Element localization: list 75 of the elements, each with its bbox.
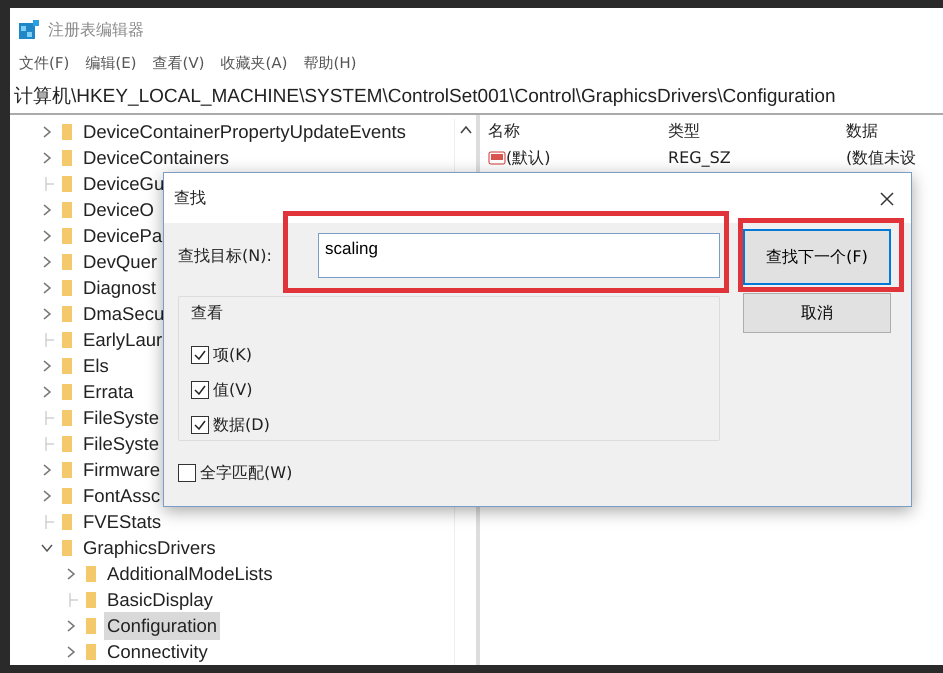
tree-item[interactable]: DmaSecu [80,300,168,328]
tree-item[interactable]: Diagnost [80,274,160,302]
value-type: REG_SZ [668,147,732,169]
window-title: 注册表编辑器 [48,19,144,41]
registry-icon [18,19,40,41]
folder-icon [60,227,74,245]
menu-item[interactable]: 文件(F) [18,52,70,74]
address-bar[interactable]: 计算机\HKEY_LOCAL_MACHINE\SYSTEM\ControlSet001\Control\GraphicsDrivers\Configuration [10,80,943,115]
tree-item[interactable]: DevQuer [80,248,160,276]
tree-item[interactable]: DeviceContainers [80,144,232,172]
checkbox[interactable] [191,416,209,434]
tree-item[interactable]: BasicDisplay [104,586,216,614]
check-icon [193,382,207,396]
folder-icon [60,123,74,141]
folder-icon [60,357,74,375]
value-data: (数值未设 [846,147,918,169]
tree-item[interactable]: AdditionalModeLists [104,560,276,588]
cancel-button[interactable]: 取消 [743,293,891,333]
folder-icon [84,617,98,635]
check-icon [193,418,207,432]
folder-icon [60,539,74,557]
checkbox-label: 数据(D) [213,414,270,436]
folder-icon [60,253,74,271]
folder-icon [60,305,74,323]
string-value-icon [488,150,506,166]
checkbox[interactable] [191,346,209,364]
column-header[interactable]: 数据 [846,119,943,143]
menu-item[interactable]: 帮助(H) [302,52,358,74]
tree-item[interactable]: DevicePa [80,222,166,250]
folder-icon [60,513,74,531]
folder-icon [60,409,74,427]
tree-item[interactable]: DeviceContainerPropertyUpdateEvents [80,118,409,146]
check-icon [193,348,207,362]
folder-icon [60,175,74,193]
tree-item[interactable]: Configuration [104,612,220,640]
column-header[interactable]: 类型 [668,119,846,143]
folder-icon [60,383,74,401]
folder-icon [84,643,98,661]
column-header[interactable]: 名称 [488,119,668,143]
folder-icon [60,149,74,167]
folder-icon [60,201,74,219]
checkbox-label: 值(V) [213,378,252,400]
folder-icon [84,565,98,583]
checkbox[interactable] [178,464,196,482]
search-field[interactable]: scaling [318,233,720,278]
checkbox[interactable] [191,380,209,398]
tree-item[interactable]: DeviceGu [80,170,168,198]
tree-item[interactable]: Els [80,352,112,380]
folder-icon [60,487,74,505]
tree-item[interactable]: FontAssc [80,482,164,510]
folder-icon [60,461,74,479]
tree-item[interactable]: Errata [80,378,136,406]
checkbox-label: 全字匹配(W) [200,462,292,484]
tree-item[interactable]: FVEStats [80,508,164,536]
menu-item[interactable]: 收藏夹(A) [220,52,288,74]
tree-item[interactable]: EarlyLaur [80,326,166,354]
folder-icon [60,331,74,349]
tree-item[interactable]: Connectivity [104,638,211,666]
find-next-button[interactable]: 查找下一个(F) [743,229,891,285]
menu-item[interactable]: 编辑(E) [84,52,138,74]
group-title: 查看 [191,302,223,324]
dialog-title: 查找 [174,187,206,209]
tree-item[interactable]: DeviceO [80,196,157,224]
tree-item[interactable]: Firmware [80,456,164,484]
folder-icon [60,279,74,297]
field-label: 查找目标(N): [178,244,273,266]
tree-item[interactable]: GraphicsDrivers [80,534,219,562]
folder-icon [84,591,98,609]
close-icon [879,191,895,208]
checkbox-label: 项(K) [213,344,252,366]
folder-icon [60,435,74,453]
value-name: (默认) [506,147,550,169]
tree-item[interactable]: FileSyste [80,404,162,432]
menu-item[interactable]: 查看(V) [152,52,206,74]
tree-item[interactable]: FileSyste [80,430,162,458]
